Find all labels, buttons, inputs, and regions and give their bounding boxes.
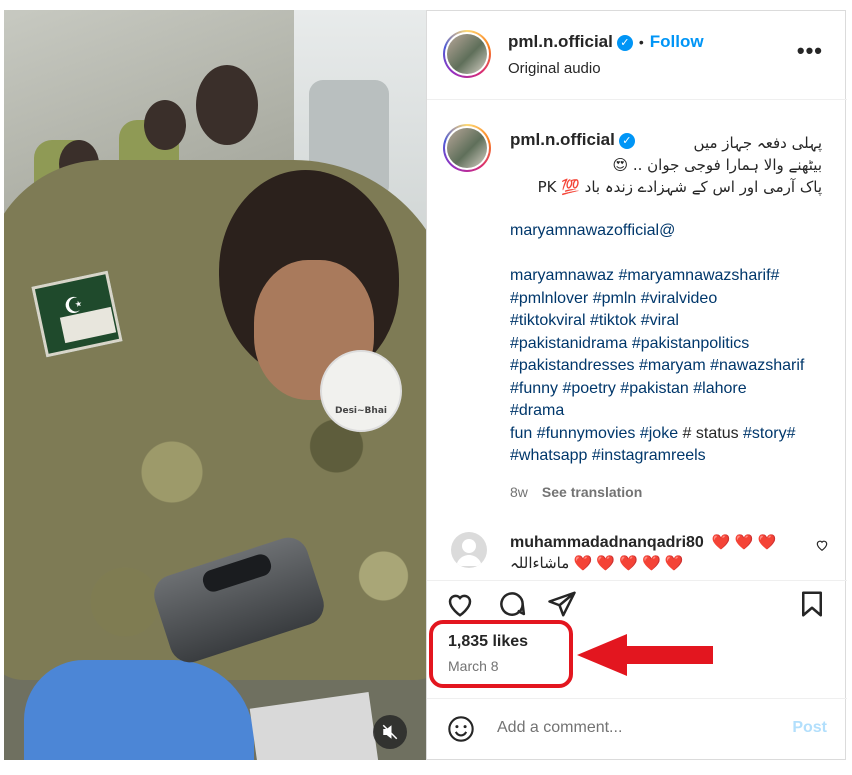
blue-bag <box>24 660 254 760</box>
hashtag-link[interactable]: #whatsapp #instagramreels <box>510 447 706 464</box>
hashtag-line: #funny #poetry #pakistan #lahore <box>510 378 835 401</box>
like-button[interactable] <box>445 589 477 621</box>
annotation-highlight-box <box>429 620 573 688</box>
caption-line: پاک آرمی اور اس کے شہزادے زندہ باد 💯 PK <box>537 178 822 196</box>
follow-button[interactable]: Follow <box>650 32 704 51</box>
reel-video[interactable]: ☪ Desi~Bhai <box>4 10 426 760</box>
hashtag-link[interactable]: fun #funnymovies #joke <box>510 425 678 442</box>
comment-row: muhammadadnanqadri80 ❤️ ❤️ ❤️ <box>510 533 776 552</box>
emoji-button[interactable] <box>447 715 475 748</box>
speaker-muted-icon <box>382 724 398 740</box>
caption-avatar[interactable] <box>443 124 491 172</box>
verified-icon: ✓ <box>616 34 633 51</box>
hashtag-link[interactable]: #story# <box>743 425 795 442</box>
more-icon: ••• <box>796 38 823 63</box>
caption-line: بیٹھنے والا ہمارا فوجی جوان .. 😍 <box>612 156 822 174</box>
hashtag-link[interactable]: #drama <box>510 402 564 419</box>
hashtag-line: fun #funnymovies #joke # status #story# <box>510 423 835 446</box>
hashtag-line: #pmlnlover #pmln #viralvideo <box>510 288 835 311</box>
paper-plane-icon <box>548 591 576 617</box>
watermark-logo: Desi~Bhai <box>320 350 402 432</box>
comment-hearts: ❤️ ❤️ ❤️ <box>711 534 777 551</box>
annotation-arrow-icon <box>577 634 713 676</box>
hashtag-link[interactable]: maryamnawaz <box>510 267 614 284</box>
mute-button[interactable] <box>373 715 407 749</box>
caption-line: پہلی دفعہ جہاز میں <box>693 134 822 152</box>
heart-icon <box>816 540 828 551</box>
hashtag-link[interactable]: #tiktokviral #tiktok #viral <box>510 312 679 329</box>
comment-button[interactable] <box>497 589 529 621</box>
hashtag-link[interactable]: #maryamnawazsharif# <box>618 267 779 284</box>
hashtag-link[interactable]: #pakistanidrama #pakistanpolitics <box>510 335 749 352</box>
hashtag-link[interactable]: #pmlnlover #pmln #viralvideo <box>510 290 717 307</box>
more-options-button[interactable]: ••• <box>797 38 823 64</box>
mention-link[interactable]: maryamnawazofficial@ <box>510 220 835 243</box>
avatar[interactable] <box>443 30 491 78</box>
post-header: pml.n.official ✓ • Follow Original audio ••… <box>427 10 847 100</box>
passenger <box>196 65 258 145</box>
see-translation-button[interactable]: See translation <box>542 484 642 500</box>
hashtag-line: #pakistandresses #maryam #nawazsharif <box>510 355 835 378</box>
comment-icon <box>500 592 526 616</box>
post-panel: pml.n.official ✓ • Follow Original audio ••… <box>426 10 847 760</box>
watermark-text: Desi~Bhai <box>335 406 387 416</box>
post-age: 8w <box>510 484 528 500</box>
hashtag-line: #tiktokviral #tiktok #viral <box>510 310 835 333</box>
commenter-avatar[interactable] <box>451 532 487 568</box>
audio-link[interactable]: Original audio <box>508 60 601 77</box>
comment-like-button[interactable] <box>815 538 829 557</box>
laptop <box>249 691 379 760</box>
save-button[interactable] <box>797 589 829 621</box>
caption-hashtags: maryamnawazofficial@ maryamnawaz #maryam… <box>510 220 835 468</box>
heart-icon <box>448 594 472 617</box>
hashtag-lines: maryamnawaz #maryamnawazsharif# #pmlnlove… <box>510 265 835 468</box>
default-avatar-icon <box>456 539 482 566</box>
comment-text: ماشاءاللہ ❤️ ❤️ ❤️ ❤️ ❤️ <box>510 555 684 572</box>
post-comment-button[interactable]: Post <box>792 719 827 737</box>
hashtag-line: maryamnawaz #maryamnawazsharif# <box>510 265 835 288</box>
smiley-icon <box>448 716 474 742</box>
author-username[interactable]: pml.n.official <box>508 32 613 51</box>
bookmark-icon <box>802 591 822 617</box>
caption-urdu: پہلی دفعہ جہاز میں بیٹھنے والا ہمارا فوج… <box>510 132 822 198</box>
caption-text: # status <box>678 424 744 442</box>
hashtag-line: #pakistanidrama #pakistanpolitics <box>510 333 835 356</box>
comments-section: pml.n.official ✓ پہلی دفعہ جہاز میں بیٹھن… <box>427 100 847 580</box>
commenter-username[interactable]: muhammadadnanqadri80 <box>510 534 704 551</box>
comment-input[interactable] <box>497 719 777 737</box>
hashtag-link[interactable]: #pakistandresses #maryam #nawazsharif <box>510 357 804 374</box>
hashtag-line: #drama <box>510 400 835 423</box>
header-user: pml.n.official ✓ • Follow <box>508 32 704 52</box>
share-button[interactable] <box>547 589 579 621</box>
caption-meta: 8w See translation <box>510 484 642 500</box>
separator: • <box>638 34 644 50</box>
comment-composer: Post <box>427 698 847 760</box>
passenger <box>144 100 186 150</box>
hashtag-link[interactable]: #funny #poetry #pakistan #lahore <box>510 380 747 397</box>
hashtag-line: #whatsapp #instagramreels <box>510 445 835 468</box>
